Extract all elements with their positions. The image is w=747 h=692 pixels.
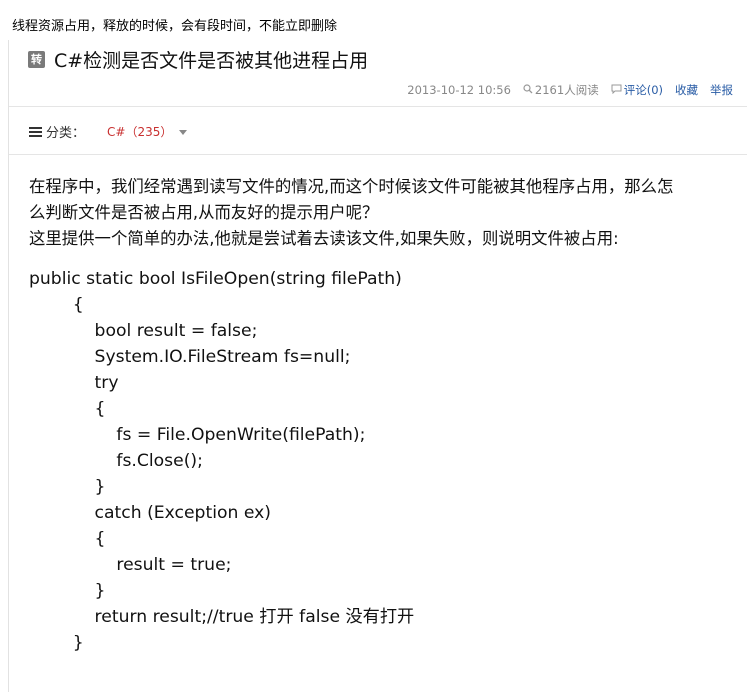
code-line: { <box>29 295 84 315</box>
code-line: result = true; <box>29 555 232 575</box>
caret-down-icon[interactable] <box>179 130 188 135</box>
comment-icon <box>611 84 622 97</box>
code-line: fs.Close(); <box>29 451 203 471</box>
post-date: 2013-10-12 10:56 <box>407 83 511 97</box>
code-line: } <box>29 633 84 653</box>
code-line: return result;//true 打开 false 没有打开 <box>29 607 415 627</box>
category-link[interactable]: C#（235） <box>107 123 172 140</box>
left-border <box>8 40 9 692</box>
paragraph: 在程序中，我们经常遇到读写文件的情况,而这个时候该文件可能被其他程序占用，那么怎 <box>29 177 674 196</box>
article-title[interactable]: C#检测是否文件是否被其他进程占用 <box>54 46 368 73</box>
code-line: try <box>29 373 119 393</box>
paragraph: 这里提供一个简单的办法,他就是尝试着去读该文件,如果失败，则说明文件被占用: <box>29 229 619 248</box>
favorite-link[interactable]: 收藏 <box>675 82 698 98</box>
eye-icon <box>523 83 533 97</box>
code-block: public static bool IsFileOpen(string fil… <box>29 266 414 656</box>
article-meta: 2013-10-12 10:56 2161人阅读 评论(0) 收藏 举报 <box>407 82 733 98</box>
code-line: } <box>29 581 106 601</box>
paragraph: 么判断文件是否被占用,从而友好的提示用户呢？ <box>29 203 379 222</box>
divider-top <box>9 106 747 107</box>
comments-link-text: 评论(0) <box>623 83 663 97</box>
code-line: System.IO.FileStream fs=null; <box>29 347 351 367</box>
repost-badge-icon: 转 <box>28 50 45 68</box>
article-title-row: 转 C#检测是否文件是否被其他进程占用 <box>28 46 368 72</box>
top-note: 线程资源占用，释放的时候，会有段时间，不能立即删除 <box>12 19 338 34</box>
report-link[interactable]: 举报 <box>710 82 733 98</box>
code-line: { <box>29 399 106 419</box>
code-line: catch (Exception ex) <box>29 503 271 523</box>
code-line: bool result = false; <box>29 321 258 341</box>
article-body: 在程序中，我们经常遇到读写文件的情况,而这个时候该文件可能被其他程序占用，那么怎… <box>29 174 741 252</box>
code-line: } <box>29 477 106 497</box>
category-label: 分类： <box>46 126 86 141</box>
category-row: 分类： C#（235） <box>29 122 188 141</box>
divider-bottom <box>9 154 747 155</box>
read-count-text: 2161人阅读 <box>534 83 599 97</box>
code-line: public static bool IsFileOpen(string fil… <box>29 269 402 289</box>
code-line: fs = File.OpenWrite(filePath); <box>29 425 366 445</box>
comments-link[interactable]: 评论(0) <box>611 82 663 98</box>
read-count: 2161人阅读 <box>523 82 599 98</box>
list-icon <box>29 126 42 137</box>
code-line: { <box>29 529 106 549</box>
